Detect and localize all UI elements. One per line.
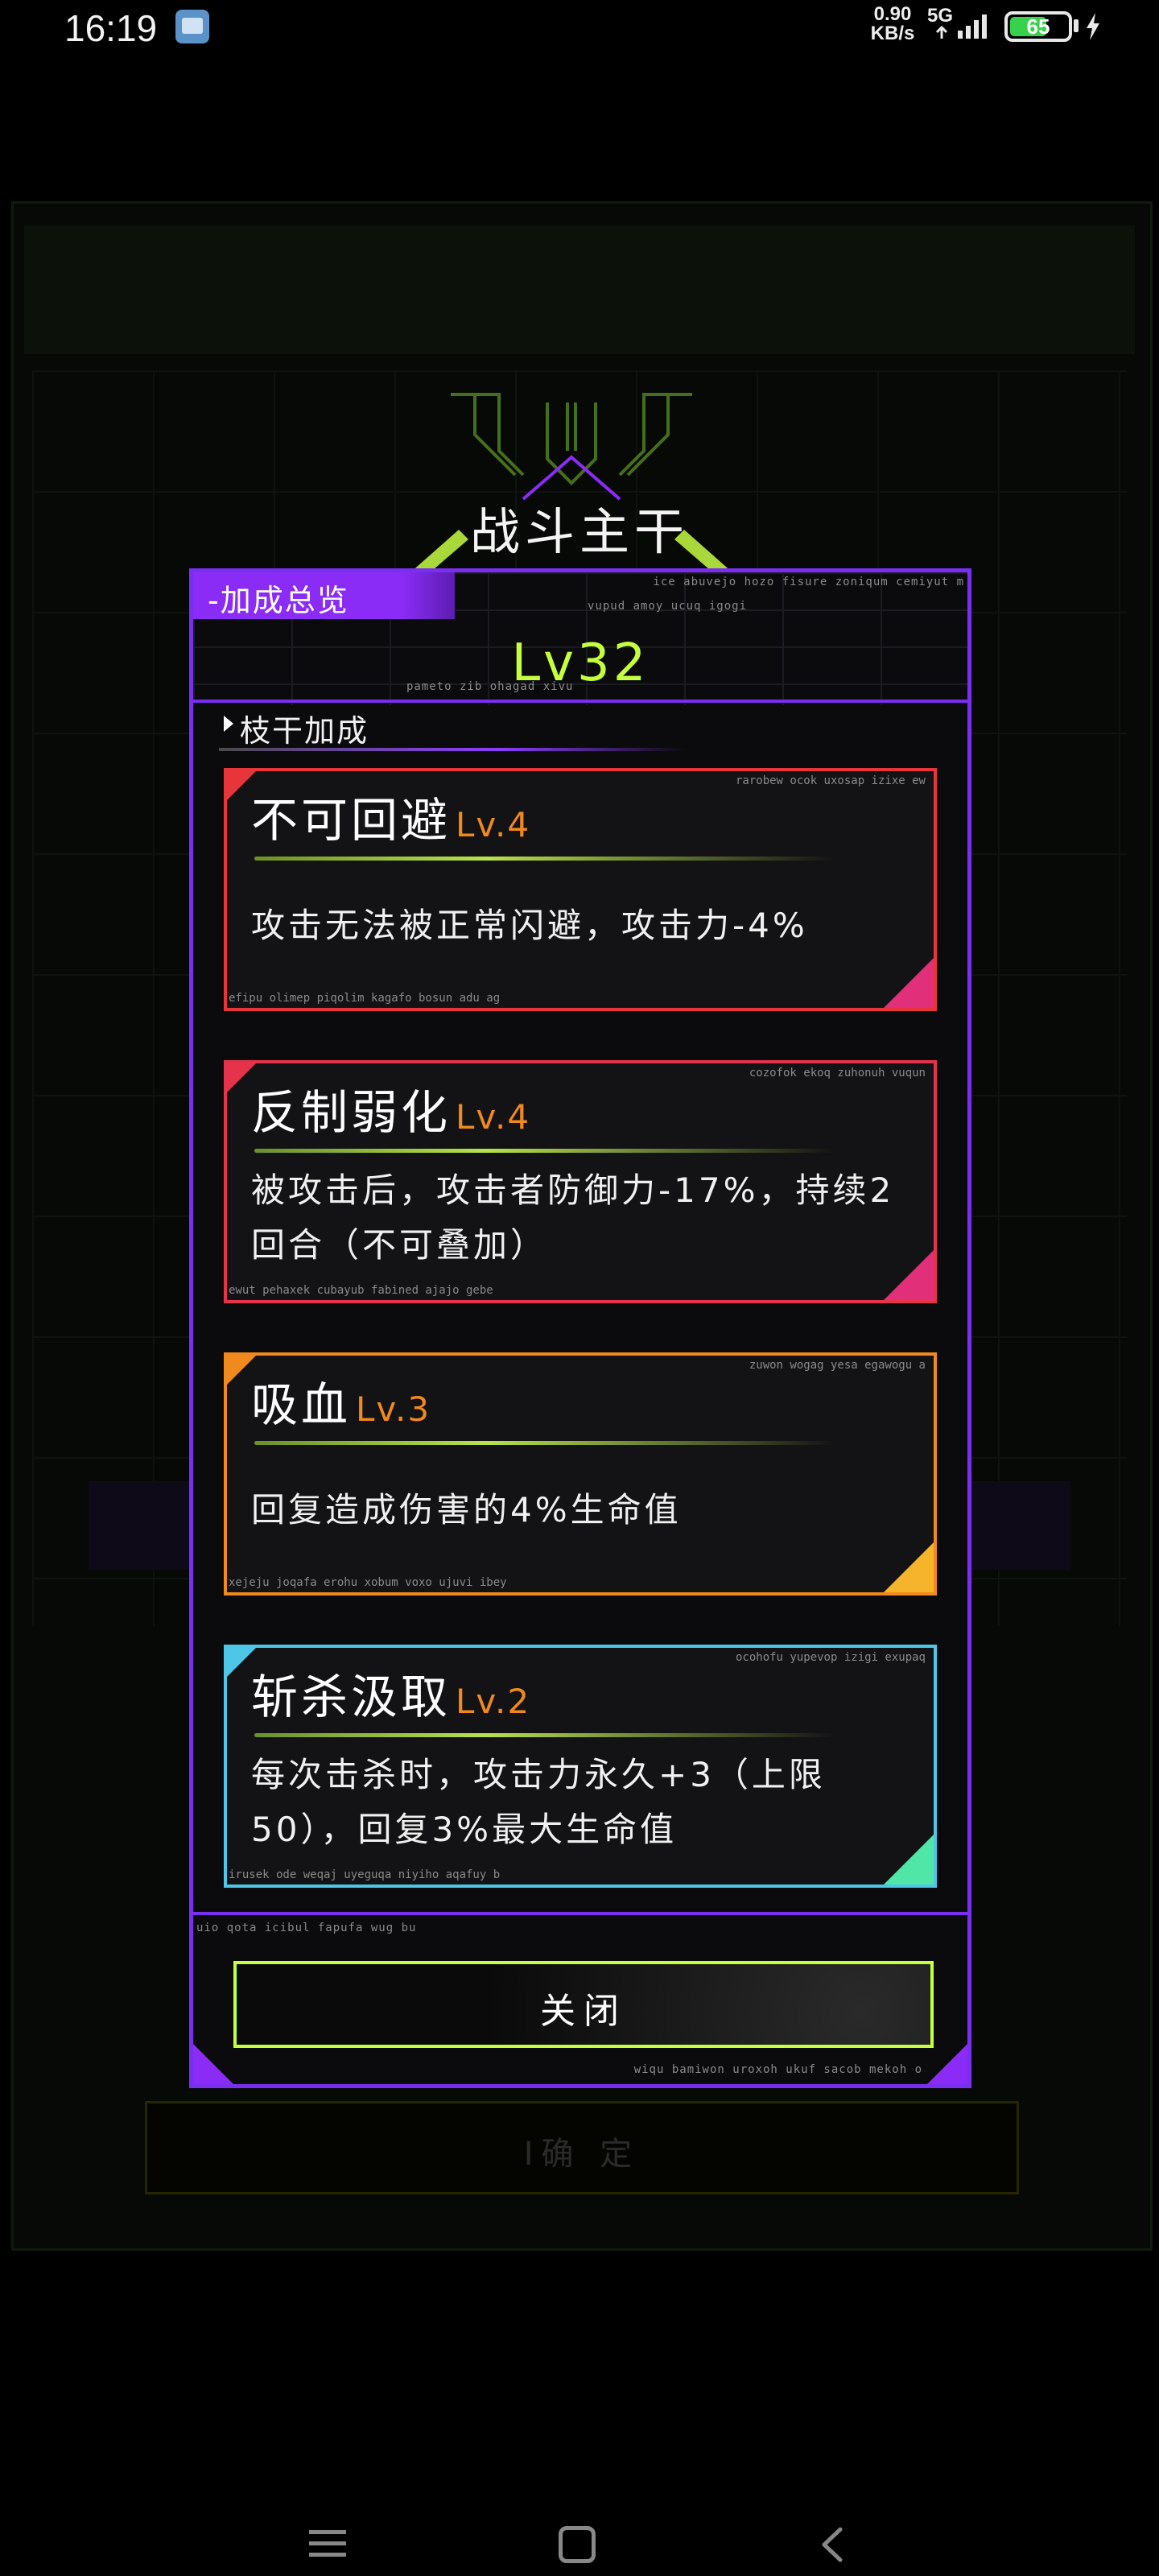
skill-card: ocohofu yupevop izigi exupaq 斩杀汲取 Lv.2 每次…: [224, 1645, 937, 1888]
skill-underline: [254, 1441, 834, 1445]
dialog-title: 战斗主干: [469, 502, 689, 561]
decorative-text: pameto zib ohagad xivu: [406, 680, 574, 693]
card-corner-accent: [884, 958, 934, 1008]
skill-name-text: 反制弱化: [251, 1085, 452, 1140]
header-tag-label: -加成总览: [208, 583, 349, 618]
skill-name: 吸血 Lv.3: [251, 1367, 431, 1435]
battery-level: 65: [1026, 14, 1050, 39]
back-icon[interactable]: [813, 2524, 853, 2565]
skill-underline: [254, 1149, 834, 1153]
dialog-corner-accent: [193, 2044, 233, 2084]
skill-description: 被攻击后，攻击者防御力-17%，持续2回合（不可叠加）: [251, 1170, 895, 1265]
skill-card: zuwon wogag yesa egawogu a 吸血 Lv.3 回复造成伤害…: [224, 1352, 937, 1596]
status-bar: 16:19 0.90 KB/s 5G 65: [0, 0, 1159, 56]
header-tag: -加成总览: [193, 572, 455, 619]
decorative-text: vupud amoy ucuq igogi: [588, 600, 748, 613]
skill-underline: [254, 857, 834, 861]
network-speed-value: 0.90: [873, 3, 912, 25]
decorative-text: uio qota icibul fapufa wug bu: [196, 1922, 417, 1934]
decorative-text: cozofok ekoq zuhonuh vuqun: [749, 1067, 926, 1080]
skill-level: Lv.3: [356, 1389, 431, 1429]
card-corner-accent: [884, 1542, 934, 1592]
bonus-overview-dialog: -加成总览 ice abuvejo hozo fisure zoniqum ce…: [189, 568, 971, 2088]
footer-divider: [193, 1912, 967, 1915]
dialog-corner-accent: [927, 2044, 967, 2084]
decorative-text: ewut pehaxek cubayub fabined ajajo gebe: [229, 1284, 493, 1297]
background-confirm-button: Ι确 定: [145, 2101, 1019, 2194]
section-title: 枝干加成: [240, 713, 369, 749]
skill-name: 反制弱化 Lv.4: [251, 1075, 530, 1142]
system-nav-bar: [0, 2504, 1159, 2576]
battery-icon: 65: [1004, 11, 1072, 42]
decorative-text: rarobew ocok uxosap izixe ew: [735, 774, 926, 787]
charging-icon: [1087, 13, 1099, 40]
close-button[interactable]: 关闭: [233, 1961, 934, 2048]
status-time: 16:19: [64, 7, 158, 49]
skill-name-text: 斩杀汲取: [251, 1670, 452, 1724]
network-speed: 0.90 KB/s: [864, 5, 921, 43]
decorative-text: ocohofu yupevop izigi exupaq: [735, 1651, 926, 1664]
skill-card: cozofok ekoq zuhonuh vuqun 反制弱化 Lv.4 被攻击后…: [224, 1060, 937, 1303]
skill-description: 回复造成伤害的4%生命值: [251, 1490, 682, 1530]
skill-description: 每次击杀时，攻击力永久+3（上限50），回复3%最大生命值: [251, 1755, 826, 1849]
skill-underline: [254, 1733, 834, 1737]
decorative-text: xejeju joqafa erohu xobum voxo ujuvi ibe…: [229, 1576, 507, 1589]
section-underline: [219, 748, 686, 751]
network-speed-unit: KB/s: [870, 23, 915, 44]
decorative-text: zuwon wogag yesa egawogu a: [749, 1359, 926, 1372]
decorative-text: wiqu bamiwon uroxoh ukuf sacob mekoh o: [633, 2063, 922, 2076]
skill-level: Lv.4: [456, 1097, 531, 1137]
home-icon[interactable]: [559, 2526, 596, 2563]
signal-icon: [935, 14, 987, 39]
battery-cap: [1074, 19, 1079, 32]
skill-card: rarobew ocok uxosap izixe ew 不可回避 Lv.4 攻击…: [224, 768, 937, 1011]
skill-name: 斩杀汲取 Lv.2: [251, 1659, 530, 1727]
skill-level: Lv.2: [456, 1682, 531, 1721]
skill-name-text: 不可回避: [251, 793, 452, 848]
skill-level: Lv.4: [456, 805, 531, 844]
header-divider: [193, 700, 967, 703]
level-value: Lv32: [511, 634, 650, 693]
close-button-label: 关闭: [540, 1991, 627, 2032]
menu-icon[interactable]: [307, 2528, 348, 2560]
decorative-text: efipu olimep piqolim kagafo bosun adu ag: [229, 992, 501, 1005]
skill-name: 不可回避 Lv.4: [251, 782, 530, 850]
notification-app-icon: [175, 10, 209, 43]
skill-name-text: 吸血: [251, 1377, 352, 1432]
background-title-bar: [24, 225, 1135, 354]
skill-description: 攻击无法被正常闪避，攻击力-4%: [251, 906, 808, 945]
caret-right-icon: [224, 716, 233, 732]
decorative-text: irusek ode weqaj uyeguqa niyiho aqafuy b: [229, 1868, 501, 1881]
background-confirm-label: Ι确 定: [523, 2136, 641, 2173]
decorative-text: ice abuvejo hozo fisure zoniqum cemiyut …: [653, 576, 964, 588]
screen: 16:19 0.90 KB/s 5G 65 Ι确 定 战斗主干 -加成总览 ic…: [0, 0, 1159, 2576]
